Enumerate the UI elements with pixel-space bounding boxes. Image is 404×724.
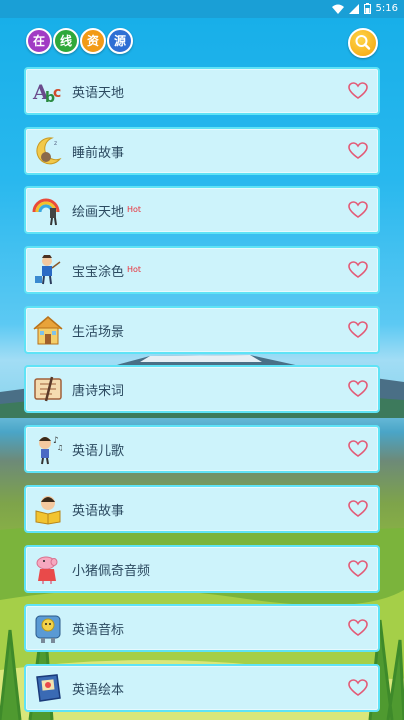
heart-icon[interactable] [348, 679, 368, 697]
heart-icon[interactable] [348, 82, 368, 100]
heart-icon[interactable] [348, 440, 368, 458]
list-item[interactable]: 英语故事 [24, 484, 380, 533]
heart-icon[interactable] [348, 380, 368, 398]
svg-text:z: z [54, 140, 57, 147]
item-label: 小猪佩奇音频 [72, 563, 151, 579]
heart-icon[interactable] [348, 500, 368, 518]
heart-icon[interactable] [348, 619, 368, 637]
abc-letters-icon: A b c [32, 80, 61, 106]
singing-child-icon: ♪ ♫ [39, 436, 63, 465]
resource-list: A b c 英语天地 z 睡前故事 绘画天地 Hot 宝宝涂色 Hot 生活场景… [24, 67, 380, 724]
wifi-icon [331, 4, 344, 14]
hot-badge: Hot [127, 205, 142, 215]
hot-badge: Hot [127, 265, 142, 275]
house-icon [33, 315, 63, 345]
item-label: 宝宝涂色 Hot [72, 265, 142, 281]
heart-icon[interactable] [348, 201, 368, 219]
robot-phonics-icon [35, 615, 61, 644]
peppa-pig-icon [36, 556, 58, 584]
list-item[interactable]: ♪ ♫ 英语儿歌 [24, 425, 380, 474]
svg-text:♫: ♫ [57, 444, 63, 452]
item-label: 英语天地 [72, 86, 125, 101]
logo-char-4: 源 [107, 28, 133, 54]
list-item[interactable]: 英语绘本 [24, 663, 380, 712]
list-item[interactable]: 生活场景 [24, 305, 380, 354]
search-button[interactable] [348, 28, 378, 58]
list-item[interactable]: A b c 英语天地 [24, 67, 380, 115]
child-paint-bucket-icon [35, 255, 61, 285]
rainbow-paint-icon [32, 198, 60, 226]
logo-char-1: 在 [26, 28, 52, 54]
moon-sleep-icon: z [36, 137, 62, 165]
logo-char-2: 线 [53, 28, 79, 54]
item-label: 绘画天地 Hot [72, 205, 142, 221]
item-label: 英语故事 [72, 503, 125, 519]
item-label: 睡前故事 [72, 145, 125, 161]
heart-icon[interactable] [348, 320, 368, 339]
signal-icon [348, 3, 359, 14]
item-label: 英语儿歌 [72, 444, 125, 460]
svg-text:c: c [53, 85, 61, 101]
search-icon [355, 35, 371, 50]
list-item[interactable]: 绘画天地 Hot [24, 186, 380, 235]
item-label: 英语音标 [72, 623, 125, 639]
list-item[interactable]: 宝宝涂色 Hot [24, 246, 380, 295]
heart-icon[interactable] [348, 559, 368, 578]
item-label: 唐诗宋词 [72, 384, 125, 400]
list-item[interactable]: 英语音标 [24, 604, 380, 653]
battery-icon [363, 3, 371, 14]
heart-icon[interactable] [348, 141, 368, 160]
list-item[interactable]: 唐诗宋词 [24, 365, 380, 414]
picture-book-icon [36, 674, 61, 702]
reading-child-icon [35, 495, 61, 525]
status-time: 5:16 [375, 3, 398, 14]
top-bar: 在 线 资 源 [0, 18, 404, 64]
list-item[interactable]: z 睡前故事 [24, 126, 380, 175]
scroll-icon [34, 377, 62, 402]
app-logo: 在 线 资 源 [26, 28, 133, 54]
list-item[interactable]: 小猪佩奇音频 [24, 544, 380, 593]
status-bar: 5:16 [0, 0, 404, 18]
heart-icon[interactable] [348, 261, 368, 279]
logo-char-3: 资 [80, 28, 106, 54]
item-label: 英语绘本 [72, 682, 125, 698]
item-label: 生活场景 [72, 324, 125, 340]
